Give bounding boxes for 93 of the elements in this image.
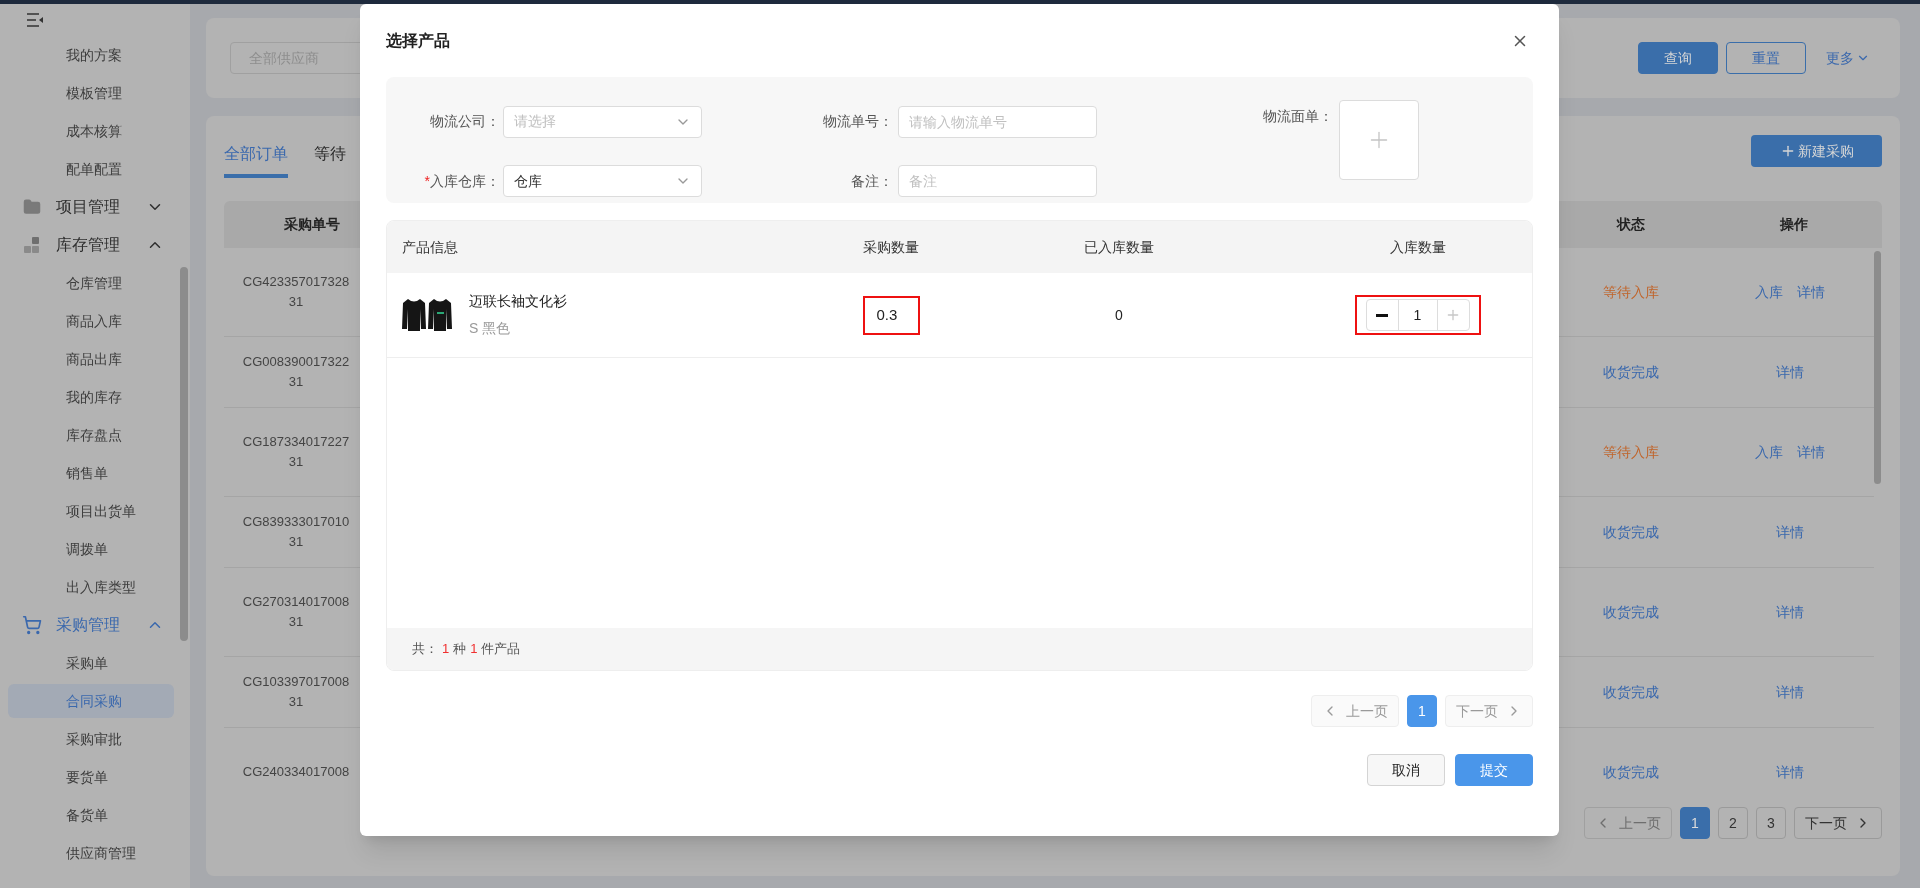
input-field[interactable]: 备注 xyxy=(898,165,1097,198)
order-number-cell-text: CG187334017227 31 xyxy=(241,433,351,471)
column-header: 状态 xyxy=(1617,215,1645,234)
sidebar-item[interactable]: 销售单 xyxy=(8,456,174,490)
status-text: 等待入库 xyxy=(1603,442,1659,462)
field-label: 物流面单： xyxy=(1263,107,1333,126)
cart-icon xyxy=(22,615,42,635)
received-quantity: 0 xyxy=(1115,305,1123,325)
action-link[interactable]: 详情 xyxy=(1776,761,1804,783)
column-header: 采购单号 xyxy=(284,215,340,234)
order-number-cell-text: CG423357017328 31 xyxy=(241,273,351,311)
action-link[interactable]: 详情 xyxy=(1776,361,1804,383)
sidebar-item[interactable]: 调拨单 xyxy=(8,532,174,566)
ordered-quantity: 0.3 xyxy=(862,295,920,335)
column-header: 操作 xyxy=(1780,215,1808,234)
sidebar-item[interactable]: 我的方案 xyxy=(8,38,174,72)
action-link[interactable]: 详情 xyxy=(1776,601,1804,623)
field-label: 入库仓库： xyxy=(430,171,500,191)
quantity-value: 1 xyxy=(1412,305,1423,325)
page-button[interactable]: 1 xyxy=(1680,807,1710,839)
sidebar-item[interactable]: 模板管理 xyxy=(8,76,174,110)
quantity-stepper[interactable]: 1 xyxy=(1365,299,1470,331)
plus-icon xyxy=(1445,307,1461,323)
sidebar-item[interactable]: 配单配置 xyxy=(8,152,174,186)
order-tab[interactable]: 全部订单 xyxy=(224,133,288,178)
column-header: 已入库数量 xyxy=(1084,237,1154,257)
order-number-cell-text: CG008390017322 31 xyxy=(241,353,351,391)
order-number-cell-text: CG839333017010 31 xyxy=(241,513,351,551)
dialog-button[interactable]: 提交 xyxy=(1455,754,1533,786)
next-page-button[interactable]: 下一页 xyxy=(1794,807,1882,839)
sidebar-item[interactable]: 采购审批 xyxy=(8,722,174,756)
sidebar-item[interactable]: 商品出库 xyxy=(8,342,174,376)
status-text: 收货完成 xyxy=(1603,362,1659,382)
action-link[interactable]: 详情 xyxy=(1797,441,1825,463)
field-label: 物流公司： xyxy=(430,112,500,132)
page-button[interactable]: 2 xyxy=(1718,807,1748,839)
input-field[interactable]: 请输入物流单号 xyxy=(898,105,1097,138)
action-link[interactable]: 入库 xyxy=(1755,441,1783,463)
sidebar-group[interactable]: 项目管理 xyxy=(0,188,190,226)
sidebar-item[interactable]: 库存盘点 xyxy=(8,418,174,452)
status-text: 收货完成 xyxy=(1603,522,1659,542)
sidebar-item[interactable]: 项目出货单 xyxy=(8,494,174,528)
more-button[interactable]: 更多 xyxy=(1826,47,1870,69)
sidebar-item[interactable]: 出入库类型 xyxy=(8,570,174,604)
sidebar-item[interactable]: 商品入库 xyxy=(8,304,174,338)
select-field[interactable]: 仓库 xyxy=(503,165,702,198)
sidebar-group-label: 采购管理 xyxy=(56,615,121,635)
dialog-title: 选择产品 xyxy=(386,30,450,51)
new-purchase-button[interactable]: 新建采购 xyxy=(1751,135,1882,167)
sidebar-group-label: 库存管理 xyxy=(56,235,121,255)
order-number-cell-text: CG270314017008 31 xyxy=(241,593,351,631)
product-spec: S 黑色 xyxy=(469,319,512,338)
status-text: 等待入库 xyxy=(1603,282,1659,302)
field-label: 物流单号： xyxy=(823,112,893,132)
sidebar-item[interactable]: 成本核算 xyxy=(8,114,174,148)
upload-box[interactable] xyxy=(1339,100,1419,180)
product-name: 迈联长袖文化衫 xyxy=(469,292,567,311)
page-button[interactable]: 1 xyxy=(1407,695,1437,727)
sidebar-group-label: 项目管理 xyxy=(56,197,121,217)
status-text: 收货完成 xyxy=(1603,682,1659,702)
action-link[interactable]: 详情 xyxy=(1776,521,1804,543)
dialog-button[interactable]: 取消 xyxy=(1367,754,1445,786)
table-scrollbar[interactable] xyxy=(1874,251,1881,484)
order-tab[interactable]: 等待 xyxy=(314,133,346,178)
page-button[interactable]: 3 xyxy=(1756,807,1786,839)
required-mark: * xyxy=(424,171,430,191)
filter-button[interactable]: 查询 xyxy=(1638,42,1718,74)
sidebar-group[interactable]: 库存管理 xyxy=(0,226,190,264)
sidebar-item[interactable]: 备货单 xyxy=(8,798,174,832)
sidebar-item[interactable]: 要货单 xyxy=(8,760,174,794)
order-number-cell-text: CG240334017008 xyxy=(241,763,351,781)
blocks-icon xyxy=(23,236,41,254)
action-link[interactable]: 详情 xyxy=(1797,281,1825,303)
sidebar-item[interactable]: 仓库管理 xyxy=(8,266,174,300)
action-link[interactable]: 详情 xyxy=(1776,681,1804,703)
sidebar-scrollbar[interactable] xyxy=(180,267,188,641)
field-label: 备注： xyxy=(851,171,893,191)
column-header: 产品信息 xyxy=(402,238,458,255)
action-link[interactable]: 入库 xyxy=(1755,281,1783,303)
summary-text: 共： 1 种 1 件产品 xyxy=(412,640,521,659)
folder-icon xyxy=(23,198,41,216)
order-number-cell-text: CG103397017008 31 xyxy=(241,673,351,711)
menu-icon[interactable] xyxy=(26,13,44,27)
sidebar-group[interactable]: 采购管理 xyxy=(0,606,190,644)
column-header: 采购数量 xyxy=(863,237,919,257)
column-header: 入库数量 xyxy=(1389,237,1446,257)
filter-button[interactable]: 重置 xyxy=(1726,42,1806,74)
sidebar-item[interactable]: 我的库存 xyxy=(8,380,174,414)
sidebar-item[interactable]: 供应商管理 xyxy=(8,836,174,870)
status-text: 收货完成 xyxy=(1603,762,1659,782)
status-text: 收货完成 xyxy=(1603,602,1659,622)
sidebar-item[interactable]: 采购单 xyxy=(8,646,174,680)
minus-icon xyxy=(1376,313,1388,317)
